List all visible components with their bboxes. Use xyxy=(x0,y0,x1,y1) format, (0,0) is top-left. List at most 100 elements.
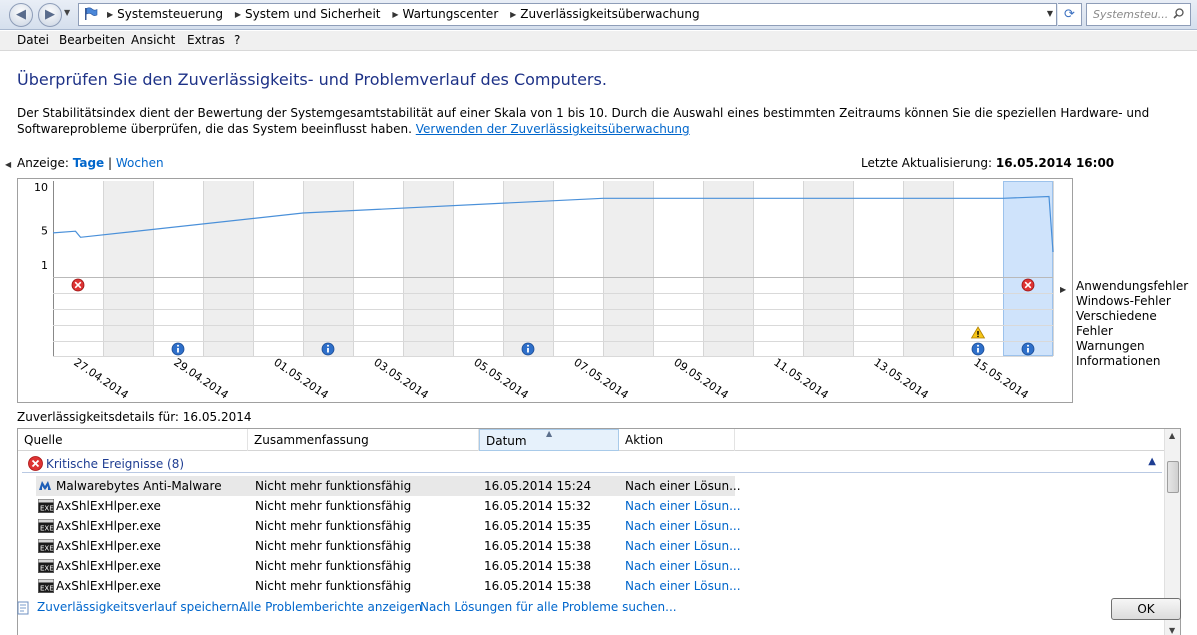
scrollbar-thumb[interactable] xyxy=(1167,461,1179,493)
info-event-icon-dot xyxy=(1027,344,1029,347)
row-date: 16.05.2014 15:38 xyxy=(484,559,592,573)
table-row[interactable]: EXE AxShlExHlper.exe Nicht mehr funktionsf… xyxy=(18,556,1164,576)
breadcrumb-wartungscenter[interactable]: Wartungscenter xyxy=(402,7,498,21)
row-source: Malwarebytes Anti-Malware xyxy=(56,479,222,493)
row-summary: Nicht mehr funktionsfähig xyxy=(255,499,412,513)
breadcrumb-zuverlaessigkeit[interactable]: Zuverlässigkeitsüberwachung xyxy=(520,7,699,21)
row-label-windows-errors: Windows-Fehler xyxy=(1076,294,1171,308)
row-action-link[interactable]: Nach einer Lösun... xyxy=(625,539,741,553)
menu-bar: Datei Bearbeiten Ansicht Extras ? xyxy=(0,31,1197,51)
x-tick-label: 01.05.2014 xyxy=(271,356,330,402)
address-dropdown-icon[interactable]: ▼ xyxy=(1047,9,1053,18)
svg-text:EXE: EXE xyxy=(40,565,54,573)
menu-extras[interactable]: Extras xyxy=(187,33,225,47)
check-solutions-link[interactable]: Nach Lösungen für alle Probleme suchen..… xyxy=(420,600,677,614)
info-event-icon-dot xyxy=(327,344,329,347)
row-action-link[interactable]: Nach einer Lösun... xyxy=(625,559,741,573)
chart-day-column xyxy=(603,181,653,356)
search-input[interactable]: Systemsteu... xyxy=(1086,3,1191,26)
help-link[interactable]: Verwenden der Zuverlässigkeitsüberwachun… xyxy=(416,122,690,136)
breadcrumb-system-und-sicherheit[interactable]: System und Sicherheit xyxy=(245,7,381,21)
ok-button[interactable]: OK xyxy=(1111,598,1181,620)
table-row[interactable]: EXE AxShlExHlper.exe Nicht mehr funktionsf… xyxy=(18,496,1164,516)
exe-icon: EXE xyxy=(38,559,54,576)
menu-ansicht[interactable]: Ansicht xyxy=(131,33,175,47)
chart-day-column xyxy=(453,181,503,356)
recent-pages-dropdown-icon[interactable]: ▼ xyxy=(64,8,70,17)
save-history-link[interactable]: Zuverlässigkeitsverlauf speichern... xyxy=(37,600,250,614)
table-row[interactable]: Malwarebytes Anti-Malware Nicht mehr funk… xyxy=(18,476,1164,496)
x-tick-label: 11.05.2014 xyxy=(771,356,830,402)
chart-day-column xyxy=(703,181,753,356)
scroll-up-icon[interactable]: ▲ xyxy=(1169,431,1175,440)
view-days-link[interactable]: Tage xyxy=(73,156,104,170)
row-summary: Nicht mehr funktionsfähig xyxy=(255,479,412,493)
breadcrumb-separator-icon: ▶ xyxy=(234,10,241,19)
x-tick-label: 29.04.2014 xyxy=(171,356,230,402)
row-label-information: Informationen xyxy=(1076,354,1161,368)
breadcrumb-separator-icon: ▶ xyxy=(510,10,517,19)
row-date: 16.05.2014 15:24 xyxy=(484,479,592,493)
chart-day-column xyxy=(753,181,803,356)
stability-chart[interactable]: 10 5 1 27.04.2014 29.04.2014 01.05.2014 03.05.… xyxy=(17,178,1073,403)
row-label-misc-errors: Verschiedene Fehler xyxy=(1076,309,1157,338)
sort-ascending-icon: ▲ xyxy=(546,429,553,438)
view-label: Anzeige: xyxy=(17,156,69,170)
chart-scroll-left-icon[interactable]: ◀ xyxy=(5,160,11,169)
group-critical-events[interactable]: Kritische Ereignisse (8) ▲ xyxy=(22,455,1162,473)
y-tick-label: 10 xyxy=(34,181,48,194)
breadcrumb-systemsteuerung[interactable]: Systemsteuerung xyxy=(117,7,223,21)
page-description: Der Stabilitätsindex dient der Bewertung… xyxy=(17,105,1187,137)
row-summary: Nicht mehr funktionsfähig xyxy=(255,559,412,573)
info-event-icon-dot xyxy=(527,344,529,347)
column-header-date[interactable]: ▲ Datum xyxy=(479,429,619,451)
chart-day-column xyxy=(103,181,153,356)
row-action-link[interactable]: Nach einer Lösun... xyxy=(625,579,741,593)
forward-button[interactable]: ▶ xyxy=(38,3,62,27)
exe-icon: EXE xyxy=(38,499,54,516)
row-action-link[interactable]: Nach einer Lösun... xyxy=(625,519,741,533)
info-event-icon-dot xyxy=(177,344,179,347)
row-action-link[interactable]: Nach einer Lösun... xyxy=(625,479,741,493)
chart-day-column xyxy=(853,181,903,356)
exe-icon: EXE xyxy=(38,519,54,536)
column-header-source[interactable]: Quelle xyxy=(18,429,248,451)
malwarebytes-icon xyxy=(38,479,52,496)
stability-chart-svg[interactable]: 10 5 1 27.04.2014 29.04.2014 01.05.2014 03.05.… xyxy=(18,179,1072,402)
breadcrumb[interactable]: ▶ Systemsteuerung ▶ System und Sicherheit … xyxy=(78,3,1057,26)
column-header-date-label: Datum xyxy=(486,434,527,448)
last-update-value: 16.05.2014 16:00 xyxy=(995,156,1115,170)
exe-icon: EXE xyxy=(38,579,54,596)
svg-text:EXE: EXE xyxy=(40,585,54,593)
search-icon[interactable] xyxy=(1173,8,1184,19)
row-action-link[interactable]: Nach einer Lösun... xyxy=(625,499,741,513)
collapse-group-icon[interactable]: ▲ xyxy=(1148,456,1156,467)
critical-error-icon xyxy=(28,456,43,471)
column-header-summary[interactable]: Zusammenfassung xyxy=(248,429,479,451)
menu-help[interactable]: ? xyxy=(234,33,240,47)
chart-day-column xyxy=(803,181,853,356)
menu-bearbeiten[interactable]: Bearbeiten xyxy=(59,33,125,47)
y-tick-label: 1 xyxy=(41,259,48,272)
table-header: Quelle Zusammenfassung ▲ Datum Aktion xyxy=(18,429,1164,451)
chart-day-column xyxy=(553,181,603,356)
column-header-action[interactable]: Aktion xyxy=(619,429,735,451)
table-row[interactable]: EXE AxShlExHlper.exe Nicht mehr funktionsf… xyxy=(18,576,1164,596)
all-reports-link[interactable]: Alle Problemberichte anzeigen xyxy=(239,600,422,614)
view-weeks-link[interactable]: Wochen xyxy=(116,156,164,170)
refresh-icon[interactable]: ⟳ xyxy=(1058,3,1082,26)
table-row[interactable]: EXE AxShlExHlper.exe Nicht mehr funktionsf… xyxy=(18,516,1164,536)
chart-scroll-right-icon[interactable]: ▶ xyxy=(1060,285,1066,294)
x-tick-label: 05.05.2014 xyxy=(471,356,530,402)
table-row[interactable]: EXE AxShlExHlper.exe Nicht mehr funktionsf… xyxy=(18,536,1164,556)
x-tick-label: 15.05.2014 xyxy=(971,356,1030,402)
row-source: AxShlExHlper.exe xyxy=(56,559,161,573)
scroll-down-icon[interactable]: ▼ xyxy=(1169,626,1175,635)
chart-day-column xyxy=(153,181,203,356)
chart-day-column xyxy=(653,181,703,356)
menu-datei[interactable]: Datei xyxy=(17,33,49,47)
chart-day-column xyxy=(53,181,103,356)
row-summary: Nicht mehr funktionsfähig xyxy=(255,519,412,533)
breadcrumb-separator-icon: ▶ xyxy=(107,10,114,19)
back-button[interactable]: ◀ xyxy=(9,3,33,27)
